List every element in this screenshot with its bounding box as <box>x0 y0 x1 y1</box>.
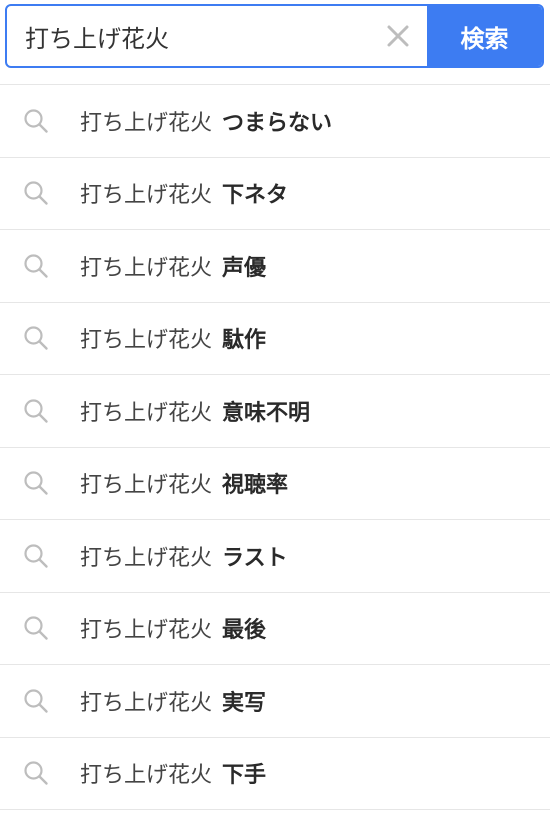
suggestion-suffix: 下ネタ <box>222 183 289 209</box>
search-input[interactable] <box>7 6 369 66</box>
search-button[interactable]: 検索 <box>427 6 542 66</box>
suggestion-text: 打ち上げ花火 実写 <box>80 685 266 717</box>
suggestion-term: 打ち上げ花火 <box>80 545 213 571</box>
search-icon-wrap <box>0 253 80 279</box>
suggestion-suffix: 意味不明 <box>222 400 311 426</box>
suggestion-term: 打ち上げ花火 <box>80 473 213 499</box>
search-icon <box>24 254 48 278</box>
suggestion-suffix: 視聴率 <box>222 473 289 499</box>
search-icon <box>24 326 48 350</box>
suggestion-text: 打ち上げ花火 最後 <box>80 612 266 644</box>
suggestion-item[interactable]: 打ち上げ花火 最後 <box>0 593 550 665</box>
suggestion-suffix: 声優 <box>222 255 267 281</box>
suggestion-text: 打ち上げ花火 視聴率 <box>80 467 288 499</box>
suggestion-item[interactable]: 打ち上げ花火 下ネタ <box>0 158 550 230</box>
suggestion-term: 打ち上げ花火 <box>80 328 213 354</box>
search-icon-wrap <box>0 470 80 496</box>
suggestion-text: 打ち上げ花火 駄作 <box>80 322 266 354</box>
search-icon-wrap <box>0 615 80 641</box>
search-bar: 検索 <box>5 4 544 68</box>
search-icon-wrap <box>0 398 80 424</box>
suggestion-item[interactable]: 打ち上げ花火 声優 <box>0 230 550 303</box>
suggestion-item[interactable]: 打ち上げ花火 駄作 <box>0 303 550 375</box>
search-icon-wrap <box>0 180 80 206</box>
search-icon <box>24 616 48 640</box>
search-icon <box>24 761 48 785</box>
suggestion-list: 打ち上げ花火 つまらない 打ち上げ花火 下ネタ 打ち上げ花火 声優 打ち上げ花火 駄作 … <box>0 84 550 810</box>
close-icon <box>387 25 409 47</box>
search-icon-wrap <box>0 543 80 569</box>
search-icon <box>24 471 48 495</box>
suggestion-item[interactable]: 打ち上げ花火 視聴率 <box>0 448 550 520</box>
search-icon <box>24 181 48 205</box>
suggestion-term: 打ち上げ花火 <box>80 255 213 281</box>
search-icon-wrap <box>0 325 80 351</box>
suggestion-term: 打ち上げ花火 <box>80 690 213 716</box>
suggestion-text: 打ち上げ花火 下手 <box>80 757 266 789</box>
suggestion-item[interactable]: 打ち上げ花火 ラスト <box>0 520 550 593</box>
suggestion-suffix: 実写 <box>222 690 267 716</box>
suggestion-suffix: つまらない <box>222 110 333 136</box>
suggestion-text: 打ち上げ花火 ラスト <box>80 540 288 572</box>
search-icon <box>24 109 48 133</box>
suggestion-item[interactable]: 打ち上げ花火 下手 <box>0 738 550 810</box>
suggestion-term: 打ち上げ花火 <box>80 110 213 136</box>
search-icon-wrap <box>0 108 80 134</box>
search-icon-wrap <box>0 760 80 786</box>
suggestion-text: 打ち上げ花火 つまらない <box>80 105 332 137</box>
suggestion-item[interactable]: 打ち上げ花火 つまらない <box>0 85 550 158</box>
search-icon <box>24 689 48 713</box>
suggestion-text: 打ち上げ花火 声優 <box>80 250 266 282</box>
suggestion-suffix: 下手 <box>222 763 267 789</box>
search-icon-wrap <box>0 688 80 714</box>
suggestion-text: 打ち上げ花火 意味不明 <box>80 395 310 427</box>
search-icon <box>24 399 48 423</box>
suggestion-term: 打ち上げ花火 <box>80 400 213 426</box>
clear-button[interactable] <box>369 6 427 66</box>
suggestion-suffix: 最後 <box>222 618 267 644</box>
suggestion-suffix: 駄作 <box>222 328 267 354</box>
suggestion-item[interactable]: 打ち上げ花火 意味不明 <box>0 375 550 448</box>
suggestion-term: 打ち上げ花火 <box>80 618 213 644</box>
suggestion-term: 打ち上げ花火 <box>80 763 213 789</box>
suggestion-item[interactable]: 打ち上げ花火 実写 <box>0 665 550 738</box>
suggestion-text: 打ち上げ花火 下ネタ <box>80 177 288 209</box>
suggestion-suffix: ラスト <box>222 545 288 571</box>
search-icon <box>24 544 48 568</box>
suggestion-term: 打ち上げ花火 <box>80 183 213 209</box>
